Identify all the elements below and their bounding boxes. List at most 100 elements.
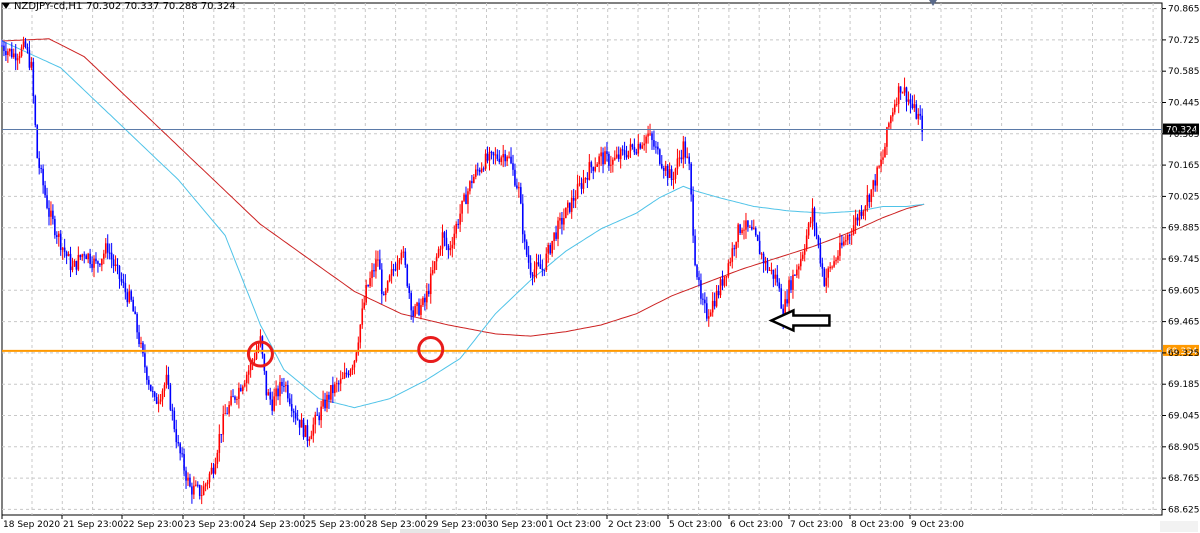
candle-body [67, 253, 70, 257]
candle-body [831, 266, 833, 268]
candle-body [38, 158, 40, 168]
candle-body [214, 463, 217, 474]
candle-body [324, 399, 326, 409]
candle-body [422, 297, 424, 306]
candle-body [459, 213, 461, 225]
candle-body [561, 217, 563, 225]
candle-body [195, 484, 197, 486]
candle-body [52, 210, 54, 219]
candle-body [285, 385, 287, 387]
candle-body [811, 208, 814, 222]
candle-body [792, 274, 794, 290]
candle-body [790, 280, 792, 290]
candle-body [208, 473, 211, 483]
candle-body [893, 104, 896, 113]
candle-body [856, 217, 859, 221]
candle-body [474, 169, 477, 177]
candle-body [26, 46, 29, 51]
candle-body [191, 486, 193, 495]
candle-body [467, 191, 469, 204]
candle-body [169, 385, 172, 410]
candle-body [148, 379, 150, 385]
candle-body [745, 220, 747, 230]
x-tick-label: 22 Sep 23:00 [123, 520, 183, 530]
candle-body [206, 482, 209, 485]
candle-body [680, 157, 683, 160]
candle-body [200, 495, 203, 497]
dropdown-triangle-icon[interactable] [2, 3, 10, 9]
candle-body [236, 398, 238, 400]
candle-body [557, 220, 559, 239]
candle-body [128, 291, 131, 303]
candle-body [283, 385, 285, 387]
moving-averages [1, 38, 925, 409]
candle-body [312, 424, 315, 436]
candle-body [657, 146, 659, 150]
candle-body [103, 253, 105, 259]
candle-body [173, 410, 176, 430]
candle-body [290, 404, 293, 411]
candle-body [46, 195, 48, 208]
candle-body [911, 103, 914, 108]
candle-body [77, 254, 80, 270]
candle-body [335, 383, 338, 385]
candle-body [277, 388, 279, 397]
candle-body [185, 470, 187, 481]
candle-body [243, 383, 246, 387]
candle-body [398, 260, 401, 264]
candle-body [7, 51, 9, 56]
candle-body [518, 187, 520, 189]
candle-body [641, 145, 644, 149]
candle-body [59, 233, 62, 250]
candle-body [149, 384, 152, 391]
candle-body [159, 399, 162, 402]
candle-body [862, 211, 865, 216]
candle-body [130, 291, 133, 300]
candle-body [10, 48, 13, 58]
candle-body [410, 293, 412, 311]
candle-body [502, 154, 504, 158]
candle-body [574, 198, 577, 201]
candle-body [18, 55, 21, 59]
candle-body [71, 266, 74, 270]
candle-body [420, 305, 422, 315]
candle-body [602, 152, 604, 165]
candle-body [451, 244, 454, 249]
candle-body [582, 178, 585, 189]
candle-body [878, 166, 880, 168]
candle-body [905, 87, 908, 102]
candle-body [228, 404, 230, 414]
x-tick-label: 30 Sep 23:00 [487, 520, 547, 530]
candle-body [476, 169, 479, 171]
scroll-tab[interactable] [400, 529, 450, 533]
candle-body [99, 263, 101, 266]
candle-body [733, 248, 736, 250]
candle-body [870, 189, 873, 202]
candle-body [134, 311, 136, 315]
candle-body [87, 253, 89, 260]
candle-body [592, 167, 595, 171]
candle-body [903, 87, 906, 93]
candle-body [615, 154, 618, 158]
candle-body [275, 388, 277, 397]
shift-marker-icon[interactable] [929, 0, 937, 6]
candle-body [44, 185, 46, 196]
candle-body [762, 253, 765, 264]
candle-body [598, 156, 600, 165]
candle-body [700, 280, 702, 299]
chart-area[interactable]: 69.334 70.324 70.865 70.725 70.585 70.445 70.… [0, 0, 1200, 533]
candle-body [713, 300, 716, 307]
left-arrow-icon[interactable] [768, 308, 831, 333]
candle-body [79, 254, 82, 258]
candle-body [547, 245, 550, 254]
x-tick-label: 21 Sep 23:00 [63, 520, 123, 530]
candle-body [216, 452, 219, 464]
candle-body [594, 166, 597, 171]
candle-body [676, 158, 679, 169]
candle-body [563, 218, 565, 225]
candle-body [807, 223, 810, 236]
price-chart[interactable]: 69.33470.324 70.865 70.725 70.585 70.445 70.… [0, 0, 1200, 533]
marker-circle[interactable] [417, 336, 445, 364]
candle-body [776, 274, 779, 283]
candle-body [242, 386, 244, 392]
